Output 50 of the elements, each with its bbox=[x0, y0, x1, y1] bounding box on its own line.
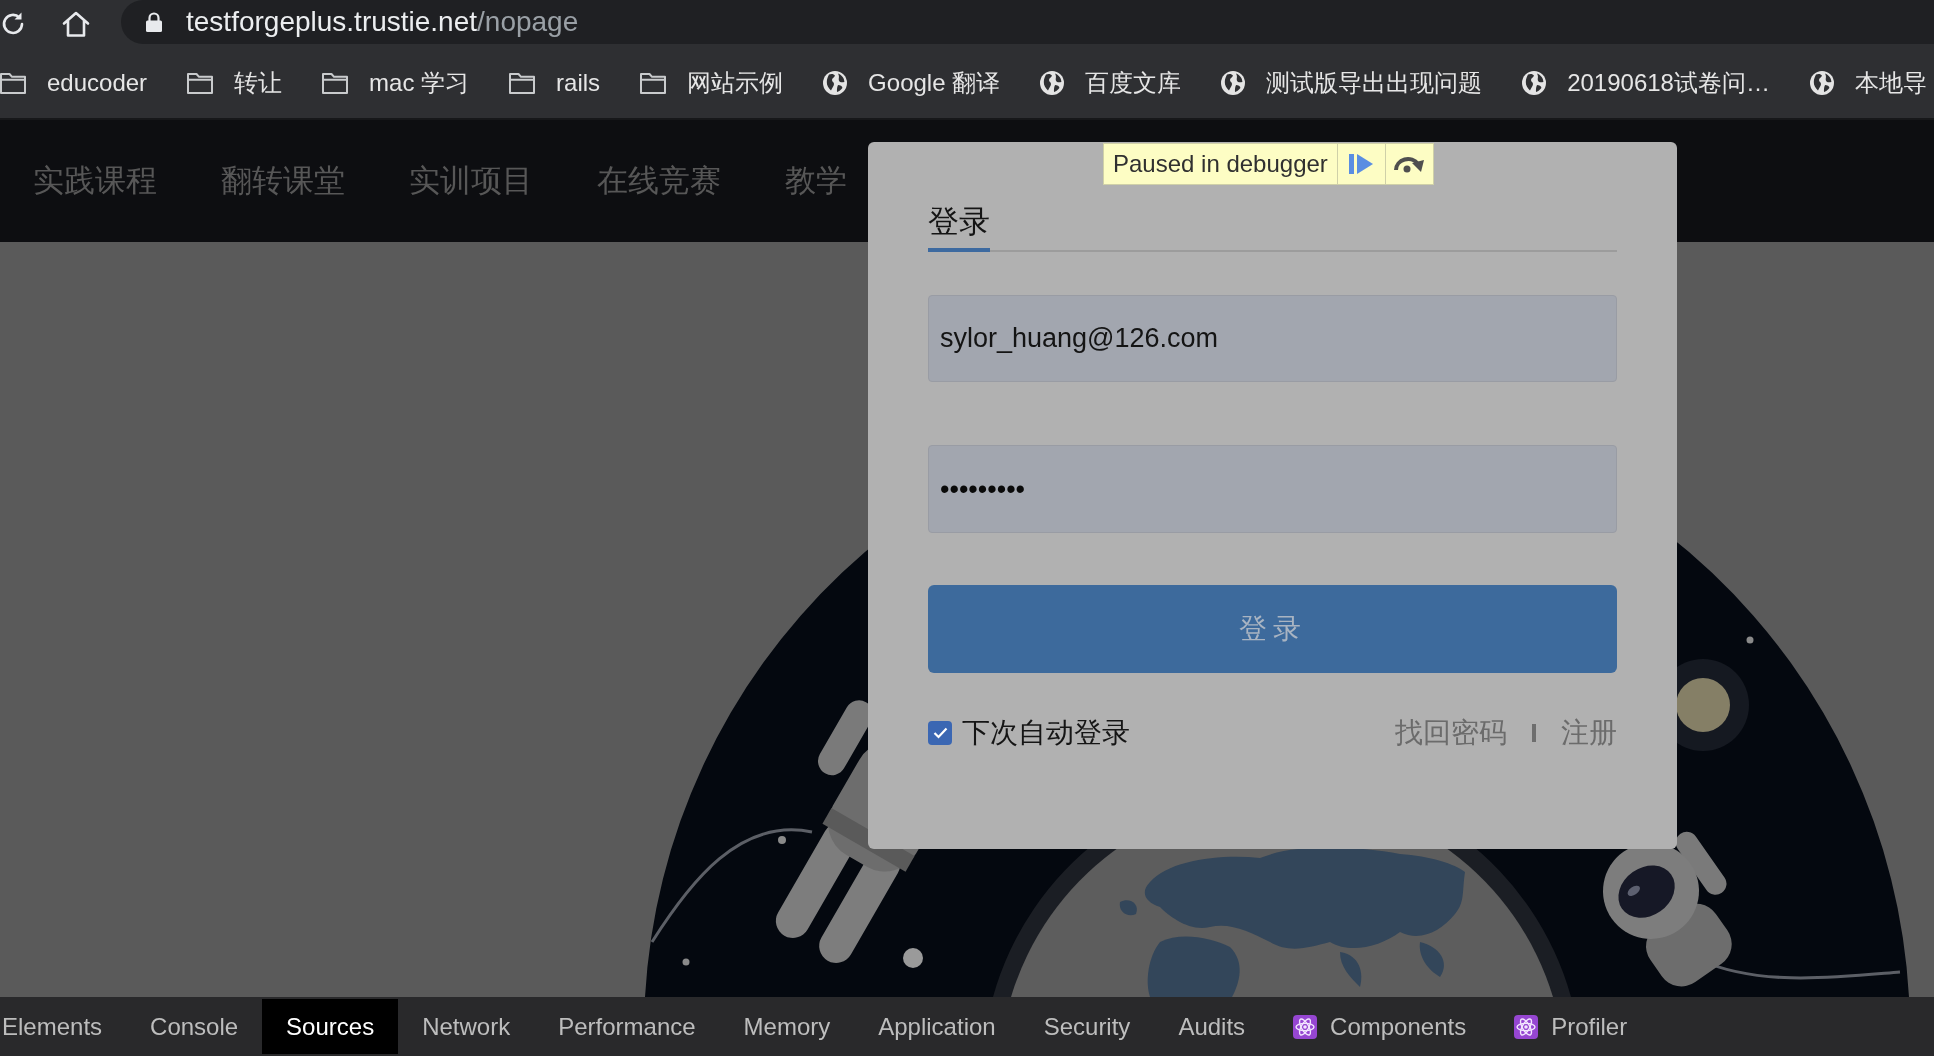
bookmark-button[interactable]: 百度文库 bbox=[1040, 65, 1182, 101]
devtools-tab[interactable]: Network bbox=[398, 999, 535, 1054]
star-dot bbox=[682, 958, 690, 966]
devtools-tab[interactable]: Memory bbox=[719, 999, 855, 1054]
lock-icon[interactable] bbox=[146, 12, 162, 32]
address-bar[interactable]: testforgeplus.trustie.net/nopage bbox=[121, 0, 1934, 44]
banner-text: Paused in debugger bbox=[1112, 149, 1329, 179]
home-icon[interactable] bbox=[62, 11, 90, 37]
reload-icon[interactable] bbox=[0, 11, 26, 37]
login-tab[interactable]: 登录 bbox=[928, 202, 990, 252]
devtools-tab[interactable]: Sources bbox=[262, 999, 399, 1054]
devtools-tab[interactable]: Application bbox=[854, 999, 1020, 1054]
devtools-tab[interactable]: Elements bbox=[0, 999, 127, 1054]
star-dot bbox=[1746, 636, 1754, 644]
star-dot bbox=[903, 948, 923, 968]
curved-arrow-icon bbox=[1393, 155, 1426, 173]
bookmark-button[interactable]: 20190618试卷问… bbox=[1522, 65, 1770, 101]
bookmark-button[interactable]: mac 学习 bbox=[322, 65, 470, 101]
globe-icon bbox=[1522, 71, 1547, 95]
devtools-tab[interactable]: Performance bbox=[534, 999, 720, 1054]
devtools-tab[interactable]: Console bbox=[126, 999, 263, 1054]
globe-icon bbox=[1221, 71, 1246, 95]
star-dot bbox=[778, 836, 786, 844]
devtools-tab[interactable]: Audits bbox=[1154, 999, 1270, 1054]
atom-icon bbox=[1293, 1014, 1318, 1039]
folder-icon bbox=[640, 72, 667, 94]
folder-icon bbox=[322, 72, 349, 94]
globe-icon bbox=[1809, 71, 1834, 95]
globe-icon bbox=[1040, 71, 1065, 95]
email-field[interactable]: sylor_huang@126.com bbox=[928, 295, 1617, 382]
checkbox-label[interactable]: 下次自动登录 bbox=[962, 712, 1130, 754]
bookmark-button[interactable]: 转让 bbox=[187, 65, 283, 101]
play-icon bbox=[1349, 154, 1374, 174]
bookmark-button[interactable]: educoder bbox=[0, 65, 148, 101]
bookmark-button[interactable]: Google 翻译 bbox=[823, 65, 1001, 101]
bookmark-button[interactable]: 本地导 bbox=[1809, 65, 1927, 101]
bookmark-button[interactable]: 测试版导出出现问题 bbox=[1221, 65, 1483, 101]
check-icon bbox=[932, 727, 948, 739]
password-field[interactable]: ••••••••• bbox=[928, 445, 1617, 533]
devtools-tab[interactable]: Components bbox=[1269, 999, 1491, 1054]
devtools-tab[interactable]: Security bbox=[1019, 999, 1155, 1054]
atom-icon bbox=[1514, 1014, 1539, 1039]
devtools-tab[interactable]: Profiler bbox=[1490, 999, 1652, 1054]
bookmark-button[interactable]: 网站示例 bbox=[640, 65, 784, 101]
bookmark-button[interactable]: rails bbox=[509, 65, 601, 101]
folder-icon bbox=[0, 72, 26, 94]
checkbox[interactable] bbox=[928, 721, 952, 745]
globe-icon bbox=[823, 71, 848, 95]
folder-icon bbox=[187, 72, 214, 94]
folder-icon bbox=[509, 72, 536, 94]
